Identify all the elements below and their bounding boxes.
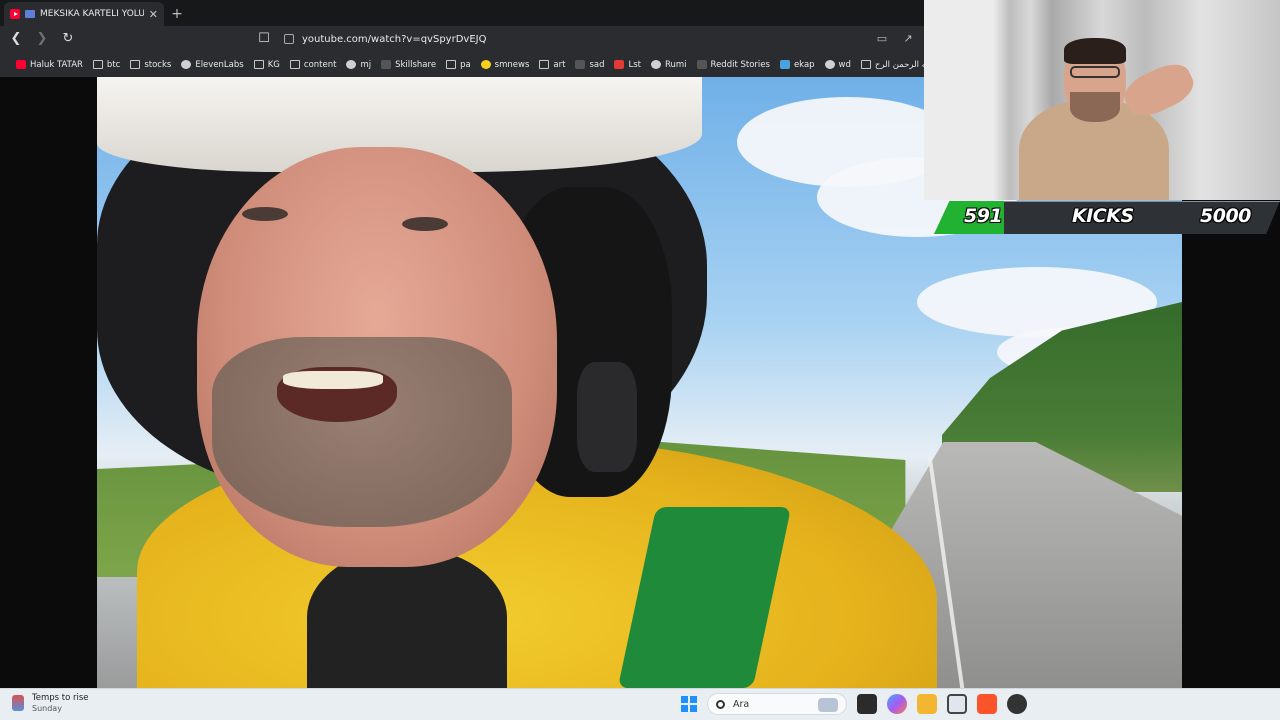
address-text: youtube.com/watch?v=qvSpyrDvEJQ bbox=[302, 33, 487, 45]
taskbar-search[interactable]: Ara bbox=[707, 693, 847, 715]
tab-group-icon bbox=[25, 10, 35, 18]
forward-arrow-icon[interactable]: ❯ bbox=[32, 29, 52, 49]
bookmark-mj[interactable]: mj bbox=[346, 60, 371, 70]
eye bbox=[402, 217, 448, 231]
snipping-tool-icon[interactable] bbox=[947, 694, 967, 714]
bookmark-sad[interactable]: sad bbox=[575, 60, 604, 70]
bookmark-wd[interactable]: wd bbox=[824, 60, 851, 70]
bookmark-content[interactable]: content bbox=[289, 60, 336, 70]
browser-window: MEKSİKA KARTELİ YOLUMUZU ✕ + ❮ ❯ ↻ ☐ you… bbox=[0, 0, 924, 77]
eye bbox=[242, 207, 288, 221]
task-view-icon[interactable] bbox=[857, 694, 877, 714]
reload-icon[interactable]: ↻ bbox=[58, 29, 78, 49]
goal-label: KICKS bbox=[1072, 205, 1134, 227]
bookmark-lst[interactable]: Lst bbox=[614, 60, 641, 70]
taskbar-apps: Ara bbox=[681, 693, 1027, 715]
webcam-wall bbox=[924, 0, 994, 200]
folder-icon bbox=[130, 60, 141, 69]
bookmark-icon[interactable]: ☐ bbox=[254, 29, 274, 49]
new-tab-button[interactable]: + bbox=[164, 2, 190, 26]
youtube-icon bbox=[16, 60, 26, 69]
windows-taskbar: Temps to rise Sunday Ara bbox=[0, 688, 1280, 720]
teeth bbox=[283, 371, 383, 389]
bookmark-elevenlabs[interactable]: ElevenLabs bbox=[181, 60, 244, 70]
streamer-hair bbox=[1064, 38, 1126, 64]
bookmark-haluk-tatar[interactable]: Haluk TATAR bbox=[16, 60, 83, 70]
bookmark-pa[interactable]: pa bbox=[446, 60, 471, 70]
bookmark-stocks[interactable]: stocks bbox=[130, 60, 171, 70]
weather-title: Temps to rise bbox=[32, 693, 89, 703]
beard bbox=[212, 337, 512, 527]
search-highlight-icon bbox=[818, 698, 838, 712]
document-icon bbox=[860, 60, 871, 69]
youtube-favicon-icon bbox=[10, 9, 20, 19]
obs-studio-icon[interactable] bbox=[1007, 694, 1027, 714]
skillshare-icon bbox=[381, 60, 392, 69]
bookmark-art[interactable]: art bbox=[539, 60, 565, 70]
folder-icon bbox=[253, 60, 264, 69]
tab-title: MEKSİKA KARTELİ YOLUMUZU bbox=[40, 9, 144, 19]
folder-icon bbox=[92, 60, 103, 69]
tab-strip: MEKSİKA KARTELİ YOLUMUZU ✕ + bbox=[0, 0, 924, 26]
thermometer-icon bbox=[12, 695, 24, 711]
bookmarks-bar: Haluk TATAR btc stocks ElevenLabs KG con… bbox=[0, 52, 924, 77]
folder-icon bbox=[446, 60, 457, 69]
tab-youtube-video[interactable]: MEKSİKA KARTELİ YOLUMUZU ✕ bbox=[4, 2, 164, 26]
file-explorer-icon[interactable] bbox=[917, 694, 937, 714]
helmet-intercom bbox=[577, 362, 637, 472]
d-logo-icon bbox=[696, 60, 707, 69]
browser-toolbar: ❮ ❯ ↻ ☐ youtube.com/watch?v=qvSpyrDvEJQ … bbox=[0, 26, 924, 52]
bookmark-smnews[interactable]: smnews bbox=[480, 60, 529, 70]
brave-browser-icon[interactable] bbox=[977, 694, 997, 714]
cast-icon[interactable]: ▭ bbox=[872, 29, 892, 49]
folder-icon bbox=[289, 60, 300, 69]
screen: MEKSİKA KARTELİ YOLUMUZU ✕ + ❮ ❯ ↻ ☐ you… bbox=[0, 0, 1280, 720]
search-placeholder: Ara bbox=[733, 698, 750, 710]
elevenlabs-icon bbox=[181, 60, 192, 69]
search-icon bbox=[716, 699, 725, 709]
bird-icon bbox=[779, 60, 790, 69]
smiley-icon bbox=[480, 60, 491, 69]
bookmark-btc[interactable]: btc bbox=[92, 60, 120, 70]
bookmark-ekap[interactable]: ekap bbox=[779, 60, 815, 70]
goal-current-count: 591 bbox=[964, 205, 1003, 227]
streamer-beard bbox=[1070, 92, 1120, 122]
weather-widget[interactable]: Temps to rise Sunday bbox=[12, 693, 89, 713]
bookmark-reddit-stories[interactable]: Reddit Stories bbox=[696, 60, 770, 70]
kicks-goal-bar: 591 KICKS 5000 bbox=[934, 201, 1280, 234]
wikipedia-icon bbox=[824, 60, 835, 69]
bookmark-rumi[interactable]: Rumi bbox=[650, 60, 687, 70]
dark-shirt bbox=[307, 547, 507, 688]
folder-icon bbox=[539, 60, 550, 69]
github-icon bbox=[346, 60, 357, 69]
share-icon[interactable]: ↗ bbox=[898, 29, 918, 49]
webcam-overlay bbox=[924, 0, 1280, 200]
slash-icon bbox=[575, 60, 586, 69]
close-tab-icon[interactable]: ✕ bbox=[149, 8, 158, 21]
site-info-icon[interactable] bbox=[284, 34, 294, 44]
windows-start-icon[interactable] bbox=[681, 696, 697, 712]
copilot-icon[interactable] bbox=[887, 694, 907, 714]
bookmark-arabic[interactable]: الله الرحمن الرح... bbox=[860, 60, 924, 70]
globe-icon bbox=[650, 60, 661, 69]
bookmark-kg[interactable]: KG bbox=[253, 60, 280, 70]
weather-subtitle: Sunday bbox=[32, 704, 62, 713]
s-logo-icon bbox=[614, 60, 625, 69]
goal-target-count: 5000 bbox=[1200, 205, 1251, 227]
bookmark-skillshare[interactable]: Skillshare bbox=[381, 60, 436, 70]
streamer-glasses bbox=[1070, 66, 1120, 78]
back-arrow-icon[interactable]: ❮ bbox=[6, 29, 26, 49]
address-bar[interactable]: youtube.com/watch?v=qvSpyrDvEJQ bbox=[280, 29, 866, 49]
